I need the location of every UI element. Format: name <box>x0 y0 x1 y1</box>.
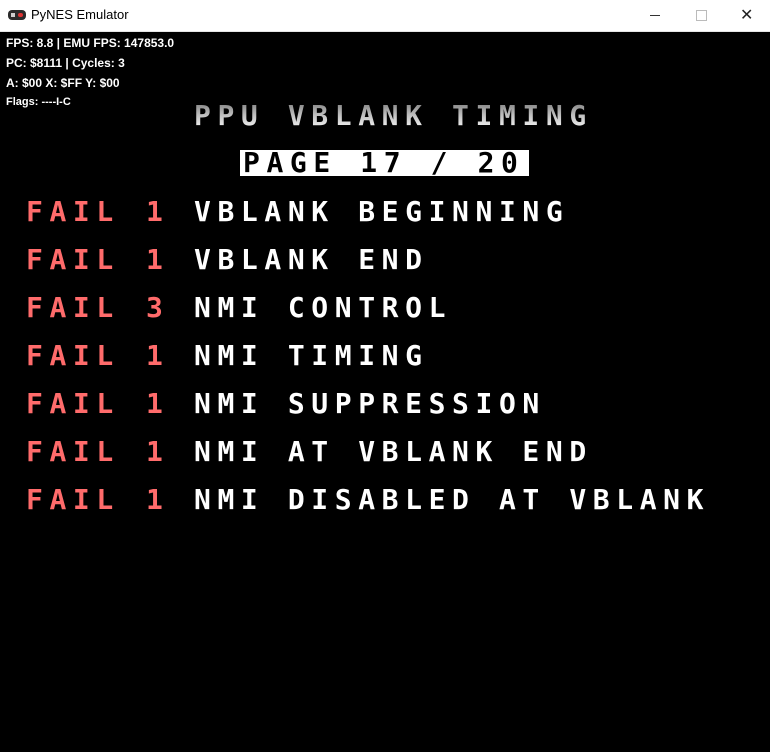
result-status: FAIL <box>26 339 120 372</box>
test-title: PPU VBLANK TIMING <box>194 99 593 132</box>
maximize-icon <box>696 10 707 21</box>
gamepad-icon <box>8 10 26 20</box>
minimize-button[interactable] <box>632 0 678 31</box>
result-code: 1 <box>146 339 170 372</box>
page-indicator: PAGE 17 / 20 <box>243 146 525 179</box>
close-icon: ✕ <box>740 5 754 24</box>
close-button[interactable]: ✕ <box>724 0 770 31</box>
result-code: 3 <box>146 291 170 324</box>
result-status: FAIL <box>26 483 120 516</box>
result-test-name: NMI DISABLED AT VBLANK <box>194 483 711 516</box>
register-readout: A: $00 X: $FF Y: $00 <box>6 76 120 90</box>
window-title: PyNES Emulator <box>31 7 129 22</box>
result-code: 1 <box>146 483 170 516</box>
result-test-name: VBLANK BEGINNING <box>194 195 570 228</box>
result-status: FAIL <box>26 387 120 420</box>
result-status: FAIL <box>26 291 120 324</box>
title-bar[interactable]: PyNES Emulator ✕ <box>0 0 770 32</box>
minimize-icon <box>650 15 660 16</box>
pc-readout: PC: $8111 | Cycles: 3 <box>6 56 125 70</box>
result-code: 1 <box>146 195 170 228</box>
result-code: 1 <box>146 435 170 468</box>
result-test-name: NMI SUPPRESSION <box>194 387 546 420</box>
fps-readout: FPS: 8.8 | EMU FPS: 147853.0 <box>6 36 175 50</box>
result-test-name: NMI AT VBLANK END <box>194 435 593 468</box>
result-code: 1 <box>146 243 170 276</box>
result-status: FAIL <box>26 435 120 468</box>
flags-readout: Flags: ----I-C <box>6 96 71 108</box>
result-test-name: VBLANK END <box>194 243 429 276</box>
result-status: FAIL <box>26 195 120 228</box>
result-test-name: NMI TIMING <box>194 339 429 372</box>
result-test-name: NMI CONTROL <box>194 291 453 324</box>
maximize-button[interactable] <box>678 0 724 31</box>
result-status: FAIL <box>26 243 120 276</box>
result-code: 1 <box>146 387 170 420</box>
emulator-window: PyNES Emulator ✕ FPS: 8.8 | EMU FPS: 147… <box>0 0 770 752</box>
